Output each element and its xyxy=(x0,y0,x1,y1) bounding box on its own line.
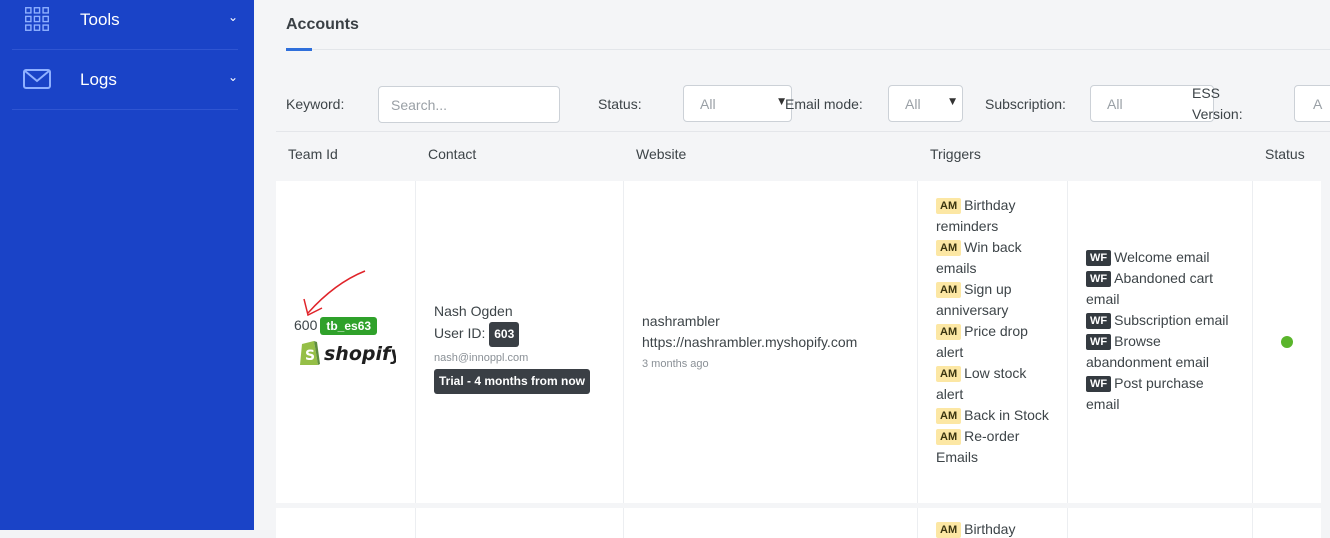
wf-badge: WF xyxy=(1086,334,1112,350)
contact-cell: Nash Ogden User ID: 603 nash@innoppl.com… xyxy=(434,301,591,394)
column-divider xyxy=(1067,508,1068,538)
column-divider xyxy=(917,181,918,503)
page-title: Accounts xyxy=(286,16,359,33)
sidebar-item-label: Logs xyxy=(80,70,117,89)
wf-badge: WF xyxy=(1086,376,1112,392)
keyword-label: Keyword: xyxy=(286,96,345,112)
contact-name: Nash Ogden xyxy=(434,303,513,319)
website-name: nashrambler xyxy=(642,313,720,329)
list-item: WF Browse abandonment email xyxy=(1086,333,1209,370)
column-divider xyxy=(917,508,918,538)
caret-down-icon: ▼ xyxy=(949,97,956,107)
sidebar: Tools ⌄ Logs ⌄ xyxy=(0,0,254,530)
list-item: WF Abandoned cart email xyxy=(1086,270,1213,307)
list-item: AM Price drop alert xyxy=(936,323,1028,360)
list-item: AM Low stock alert xyxy=(936,365,1027,402)
wf-badge: WF xyxy=(1086,250,1112,266)
list-item: WF Welcome email xyxy=(1086,247,1236,268)
caret-down-icon: ▼ xyxy=(778,97,785,107)
column-divider xyxy=(623,508,624,538)
column-header-triggers[interactable]: Triggers xyxy=(930,146,981,162)
chevron-down-icon: ⌄ xyxy=(227,70,238,84)
wf-badge: WF xyxy=(1086,271,1112,287)
email-mode-select[interactable]: All ▼ xyxy=(888,85,963,122)
column-header-website[interactable]: Website xyxy=(636,146,686,162)
status-select-value: All xyxy=(700,96,716,112)
table-row[interactable]: AM Birthday xyxy=(276,508,1321,538)
team-id-cell: 600 tb_es63 xyxy=(294,317,378,335)
list-item: AM Back in Stock xyxy=(936,405,1056,426)
chevron-down-icon: ⌄ xyxy=(227,10,238,24)
status-indicator xyxy=(1281,336,1293,348)
status-label: Status: xyxy=(598,96,642,112)
annotation-arrow xyxy=(303,270,366,317)
contact-email: nash@innoppl.com xyxy=(434,352,529,364)
am-badge: AM xyxy=(936,408,962,424)
svg-text:shopify: shopify xyxy=(324,343,396,365)
table-header: Team Id Contact Website Triggers Status xyxy=(276,132,1330,180)
divider xyxy=(312,49,1330,50)
ess-version-select[interactable]: A xyxy=(1294,85,1330,122)
ess-label: ESS xyxy=(1192,85,1221,101)
email-mode-select-value: All xyxy=(905,96,921,112)
status-select[interactable]: All ▼ xyxy=(683,85,792,122)
shopify-logo: S shopify xyxy=(300,341,396,365)
user-id-badge: 603 xyxy=(489,322,520,347)
am-badge: AM xyxy=(936,282,962,298)
column-divider xyxy=(1252,181,1253,503)
filter-bar: Keyword: Search... Status: All ▼ Email m… xyxy=(276,78,1330,132)
am-badge: AM xyxy=(936,429,962,445)
am-badge: AM xyxy=(936,324,962,340)
column-divider xyxy=(415,508,416,538)
list-item: AM Sign up anniversary xyxy=(936,281,1012,318)
svg-text:S: S xyxy=(305,348,315,364)
website-url[interactable]: https://nashrambler.myshopify.com xyxy=(642,332,857,353)
ess-version-select-value: A xyxy=(1313,96,1323,112)
list-item: AM Re-order Emails xyxy=(936,428,1020,465)
am-badge: AM xyxy=(936,366,962,382)
website-time: 3 months ago xyxy=(642,358,709,370)
mail-icon xyxy=(23,69,51,89)
subscription-label: Subscription: xyxy=(985,96,1066,112)
list-item: AM Birthday reminders xyxy=(936,197,1016,234)
sidebar-item-logs[interactable]: Logs ⌄ xyxy=(12,50,238,110)
user-id-label: User ID: xyxy=(434,325,486,341)
column-divider xyxy=(1067,181,1068,503)
plan-line: Trial - 4 months from now xyxy=(434,369,591,394)
am-triggers-list: AM Birthday reminders AM Win back emails A… xyxy=(936,195,1056,468)
list-item: WF Post purchase email xyxy=(1086,375,1204,412)
user-id-line: User ID: 603 xyxy=(434,322,590,347)
am-badge: AM xyxy=(936,198,962,214)
accounts-panel: Accounts Keyword: Search... Status: All … xyxy=(276,0,1330,538)
sidebar-item-tools[interactable]: Tools ⌄ xyxy=(12,0,238,50)
column-divider xyxy=(623,181,624,503)
wf-badge: WF xyxy=(1086,313,1112,329)
column-header-contact[interactable]: Contact xyxy=(428,146,476,162)
website-cell: nashrambler https://nashrambler.myshopif… xyxy=(642,311,857,375)
team-tag-badge: tb_es63 xyxy=(320,317,378,335)
column-divider xyxy=(415,181,416,503)
am-badge: AM xyxy=(936,240,962,256)
list-item: WF Subscription email xyxy=(1086,310,1236,331)
ess-label-version: Version: xyxy=(1192,106,1243,122)
column-header-team-id[interactable]: Team Id xyxy=(288,146,338,162)
sidebar-item-label: Tools xyxy=(80,10,120,29)
subscription-select-value: All xyxy=(1107,96,1123,112)
main-content: Accounts Keyword: Search... Status: All … xyxy=(256,0,1330,538)
email-mode-label: Email mode: xyxy=(785,96,863,112)
search-input[interactable]: Search... xyxy=(378,86,560,123)
grid-icon xyxy=(25,7,49,31)
tab-indicator xyxy=(286,48,312,51)
table-row[interactable]: 600 tb_es63 S shopify Nash Ogden User ID:… xyxy=(276,181,1321,503)
am-badge: AM xyxy=(936,522,962,538)
column-divider xyxy=(1252,508,1253,538)
column-header-status[interactable]: Status xyxy=(1265,146,1305,162)
team-id: 600 xyxy=(294,317,318,333)
list-item: AM Win back emails xyxy=(936,239,1022,276)
wf-triggers-list: WF Welcome email WF Abandoned cart email W… xyxy=(1086,247,1236,415)
plan-badge: Trial - 4 months from now xyxy=(434,369,591,394)
